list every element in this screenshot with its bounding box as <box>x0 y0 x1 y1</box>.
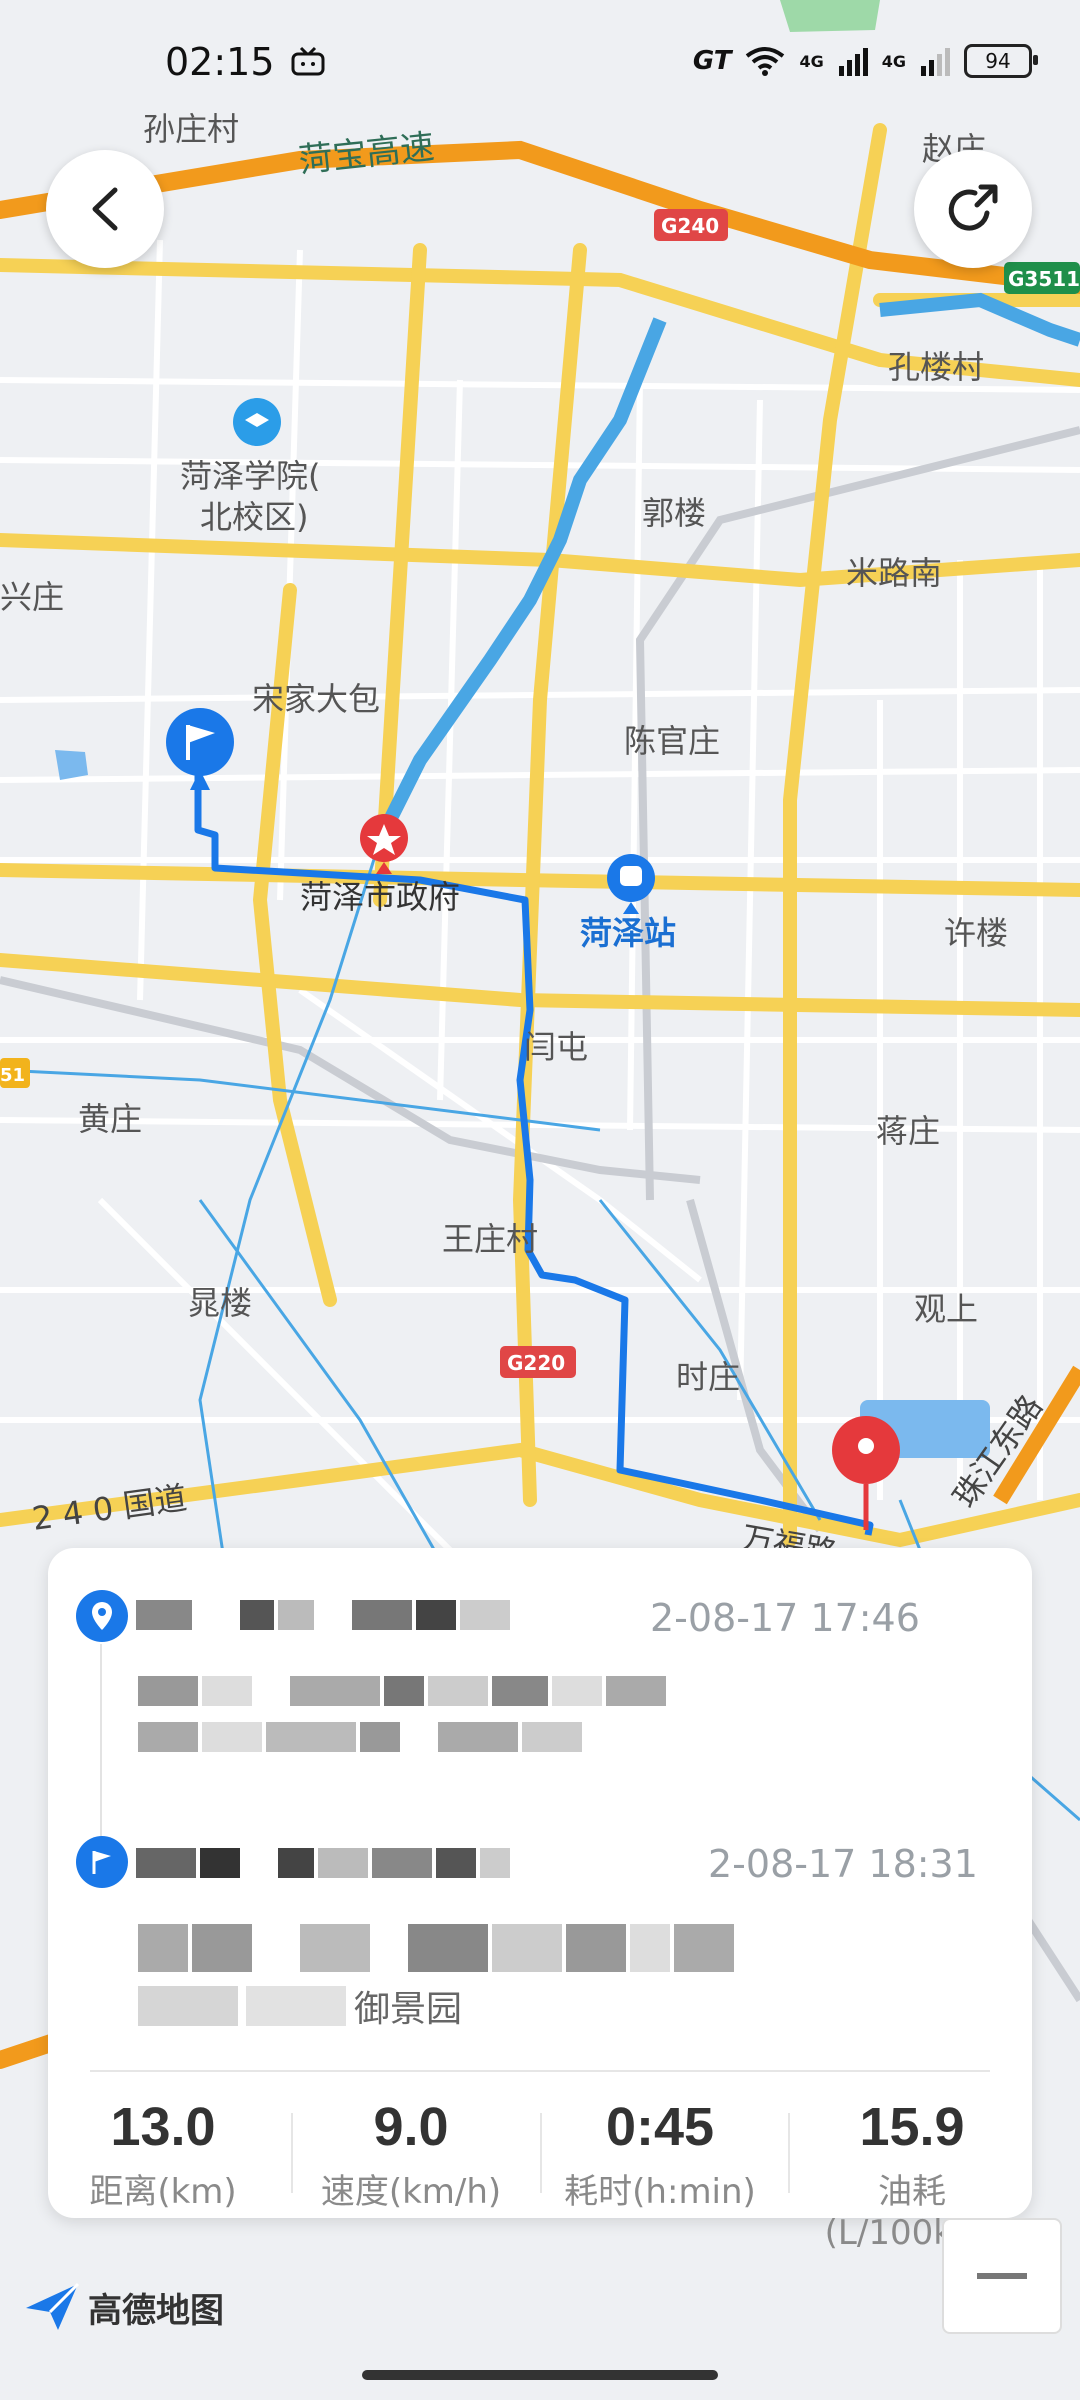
map-label: 黄庄 <box>78 1100 142 1138</box>
location-pin-icon <box>92 1602 112 1630</box>
map-label: 许楼 <box>944 914 1008 952</box>
end-time: 2-08-17 18:31 <box>708 1842 978 1886</box>
zoom-out-button[interactable] <box>942 2218 1062 2334</box>
end-address-line-2: 御景园 <box>138 1980 462 2032</box>
end-address-line-1 <box>138 1924 738 1972</box>
map-label: 蒋庄 <box>876 1112 940 1150</box>
stat-distance-label: 距离(km) <box>89 2172 237 2212</box>
trip-summary-card: 2-08-17 17:46 2-08-17 18:31 御景园 13.0 距离(… <box>48 1548 1032 2253</box>
start-time: 2-08-17 17:46 <box>650 1596 920 1640</box>
share-button[interactable] <box>914 150 1032 268</box>
map-label: G240 <box>661 214 719 238</box>
map-label: 时庄 <box>676 1358 740 1396</box>
stat-distance-value: 13.0 <box>110 2097 216 2157</box>
map-label: 王庄村 <box>442 1220 538 1258</box>
map-label: 晁楼 <box>188 1284 252 1322</box>
stats-divider <box>90 2070 990 2072</box>
map-label: 陈官庄 <box>624 722 720 760</box>
amap-logo: 高德地图 <box>24 2282 224 2332</box>
clock: 02:15 <box>165 40 275 84</box>
signal-icon <box>838 48 868 76</box>
battery-indicator: 94 <box>964 44 1038 78</box>
map-label: 闫屯 <box>524 1028 588 1066</box>
map-label: 孔楼村 <box>888 348 984 386</box>
end-address-title <box>136 1848 514 1878</box>
map-label: 米路南 <box>846 554 942 592</box>
stat-separator <box>788 2113 790 2193</box>
map-label: 北校区) <box>200 498 309 536</box>
map-label: 宋家大包 <box>252 680 380 718</box>
map-label: 菏泽市政府 <box>300 878 460 916</box>
wifi-icon <box>746 47 785 76</box>
network-type-2: 4G <box>881 51 906 71</box>
start-location-pin <box>76 1590 128 1642</box>
stat-duration: 0:45 耗时(h:min) <box>545 2096 775 2213</box>
start-address-title <box>136 1600 514 1630</box>
share-icon <box>948 184 998 231</box>
flag-icon <box>92 1851 111 1874</box>
map-label: 菏泽站 <box>580 914 676 952</box>
stat-speed: 9.0 速度(km/h) <box>296 2096 526 2213</box>
stat-speed-label: 速度(km/h) <box>320 2172 502 2212</box>
stat-speed-value: 9.0 <box>373 2097 449 2157</box>
amap-logo-text: 高德地图 <box>88 2290 224 2331</box>
gt-mode-icon: GT <box>692 46 732 76</box>
map-label: 兴庄 <box>0 578 64 616</box>
stat-duration-value: 0:45 <box>605 2097 715 2157</box>
map-label: 菏泽学院( <box>180 457 321 495</box>
map-label: 郭楼 <box>642 494 706 532</box>
amap-logo-icon <box>26 2282 80 2330</box>
stat-separator <box>540 2113 542 2193</box>
stat-fuel-value: 15.9 <box>859 2097 965 2157</box>
chevron-left-icon <box>92 187 118 231</box>
end-address-fragment: 御景园 <box>354 1989 463 2030</box>
stat-duration-label: 耗时(h:min) <box>564 2172 756 2212</box>
signal-icon-2 <box>921 48 950 76</box>
start-address-line-1 <box>138 1676 670 1706</box>
end-location-pin <box>76 1836 128 1888</box>
stat-separator <box>291 2113 293 2193</box>
home-indicator[interactable] <box>362 2370 718 2380</box>
map-label: 51 <box>0 1065 25 1086</box>
map-label: G220 <box>507 1351 565 1375</box>
minus-icon <box>977 2273 1027 2279</box>
back-button[interactable] <box>46 150 164 268</box>
status-bar: 02:15 GT 4G 4G 94 <box>0 0 1080 130</box>
battery-level: 94 <box>985 49 1011 73</box>
start-address-line-2 <box>138 1722 586 1752</box>
network-type-1: 4G <box>799 51 824 71</box>
stat-distance: 13.0 距离(km) <box>48 2096 278 2213</box>
tv-notification-icon <box>291 46 325 76</box>
map-label: 观上 <box>914 1290 978 1328</box>
map-label: G3511 <box>1008 267 1080 291</box>
